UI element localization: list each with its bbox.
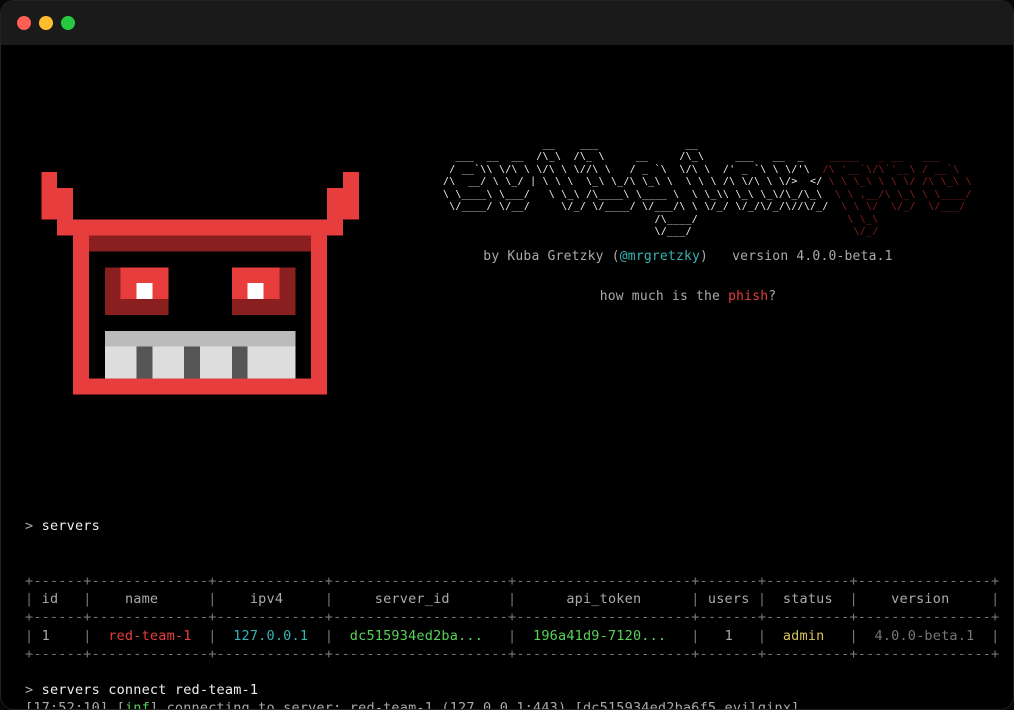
- cell-status: admin: [783, 628, 825, 644]
- prompt-servers: > servers: [25, 517, 989, 535]
- col-id: id: [42, 591, 59, 607]
- log-extra: [dc515934ed2ba6f5.evilginx]: [566, 700, 799, 709]
- cell-users: 1: [725, 628, 733, 644]
- servers-table-border: +------+--------------+-------------+---…: [25, 573, 999, 589]
- byline-handle: @mrgretzky: [620, 249, 700, 264]
- tagline-suffix: ?: [768, 289, 776, 304]
- titlebar: [1, 1, 1013, 45]
- prompt-marker: >: [25, 682, 33, 698]
- skull-logo-icon: [25, 118, 375, 463]
- terminal-body[interactable]: __ ___ __ ___ __ __ /\_\ /\_ \ __ /\_\ _…: [1, 45, 1013, 709]
- cell-ipv4: 127.0.0.1: [233, 628, 308, 644]
- byline-prefix: by Kuba Gretzky (: [483, 249, 619, 264]
- terminal-window: __ ___ __ ___ __ __ /\_\ /\_ \ __ /\_\ _…: [0, 0, 1014, 710]
- cell-version: 4.0.0-beta.1: [874, 628, 974, 644]
- banner-row: __ ___ __ ___ __ __ /\_\ /\_ \ __ /\_\ _…: [25, 118, 989, 463]
- col-apitoken: api_token: [566, 591, 641, 607]
- log-target: red-team-1 (127.0.0.1:443): [350, 700, 567, 709]
- col-serverid: server_id: [375, 591, 450, 607]
- prompt-cmd: servers connect red-team-1: [42, 682, 259, 698]
- col-version: version: [891, 591, 949, 607]
- log-ts: [17:52:10]: [25, 700, 108, 709]
- cell-name: red-team-1: [108, 628, 191, 644]
- col-ipv4: ipv4: [250, 591, 283, 607]
- byline-suffix: ) version: [700, 249, 796, 264]
- banner-text: __ ___ __ ___ __ __ /\_\ /\_ \ __ /\_\ _…: [387, 118, 989, 329]
- cell-apitoken: 196a41d9-7120...: [533, 628, 666, 644]
- tagline-prefix: how much is the: [600, 289, 728, 304]
- col-users: users: [708, 591, 750, 607]
- prompt-cmd: servers: [42, 518, 100, 534]
- tagline-word: phish: [728, 289, 768, 304]
- maximize-icon[interactable]: [61, 16, 75, 30]
- col-status: status: [783, 591, 833, 607]
- byline-version: 4.0.0-beta.1: [796, 249, 892, 264]
- prompt-marker: >: [25, 518, 33, 534]
- close-icon[interactable]: [17, 16, 31, 30]
- log-lvl: inf: [125, 700, 150, 709]
- cell-id: 1: [42, 628, 50, 644]
- minimize-icon[interactable]: [39, 16, 53, 30]
- col-name: name: [125, 591, 158, 607]
- log-msg: connecting to server:: [167, 700, 350, 709]
- cell-serverid: dc515934ed2ba...: [350, 628, 483, 644]
